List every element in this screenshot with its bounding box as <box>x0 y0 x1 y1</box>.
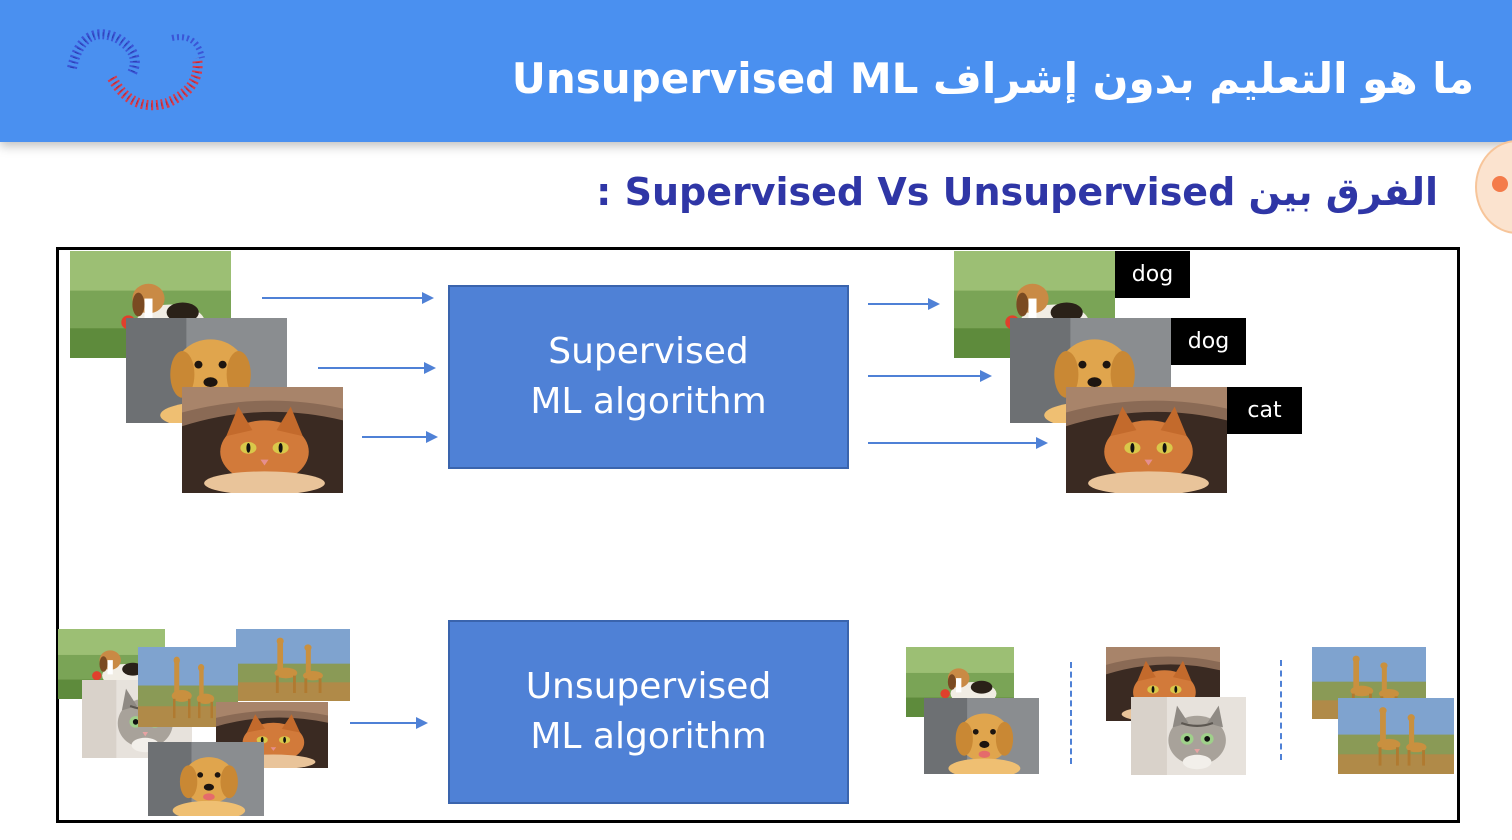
input-arrow <box>262 292 434 304</box>
golden-retriever-photo <box>924 698 1039 774</box>
algorithm-box-line2: ML algorithm <box>530 381 767 422</box>
cluster-separator <box>1280 660 1282 760</box>
cluster-separator <box>1070 662 1072 764</box>
input-arrow <box>350 717 428 729</box>
input-arrow <box>318 362 436 374</box>
giraffes-photo <box>1338 698 1454 774</box>
cat-photo <box>182 387 343 493</box>
logo-icon <box>62 18 212 118</box>
input-arrow <box>362 431 438 443</box>
page-title: ما هو التعليم بدون إشراف Unsupervised ML <box>511 54 1474 103</box>
output-arrow <box>868 298 940 310</box>
cat-photo <box>1066 387 1227 493</box>
class-label: cat <box>1227 387 1302 434</box>
section-subtitle: الفرق بين Supervised Vs Unsupervised : <box>596 170 1438 214</box>
supervised-algorithm-box: Supervised ML algorithm <box>448 285 849 469</box>
golden-retriever-photo <box>148 742 264 816</box>
algorithm-box-line1: Unsupervised <box>525 666 772 707</box>
unsupervised-algorithm-box: Unsupervised ML algorithm <box>448 620 849 804</box>
class-label: dog <box>1171 318 1246 365</box>
output-arrow <box>868 370 992 382</box>
algorithm-box-line1: Supervised <box>548 331 749 372</box>
giraffes-photo <box>236 629 350 701</box>
output-arrow <box>868 437 1048 449</box>
header-bar: ما هو التعليم بدون إشراف Unsupervised ML <box>0 0 1512 142</box>
tabby-cat-photo <box>1131 697 1246 775</box>
algorithm-box-line2: ML algorithm <box>530 716 767 757</box>
class-label: dog <box>1115 251 1190 298</box>
decorative-dot <box>1492 176 1508 192</box>
